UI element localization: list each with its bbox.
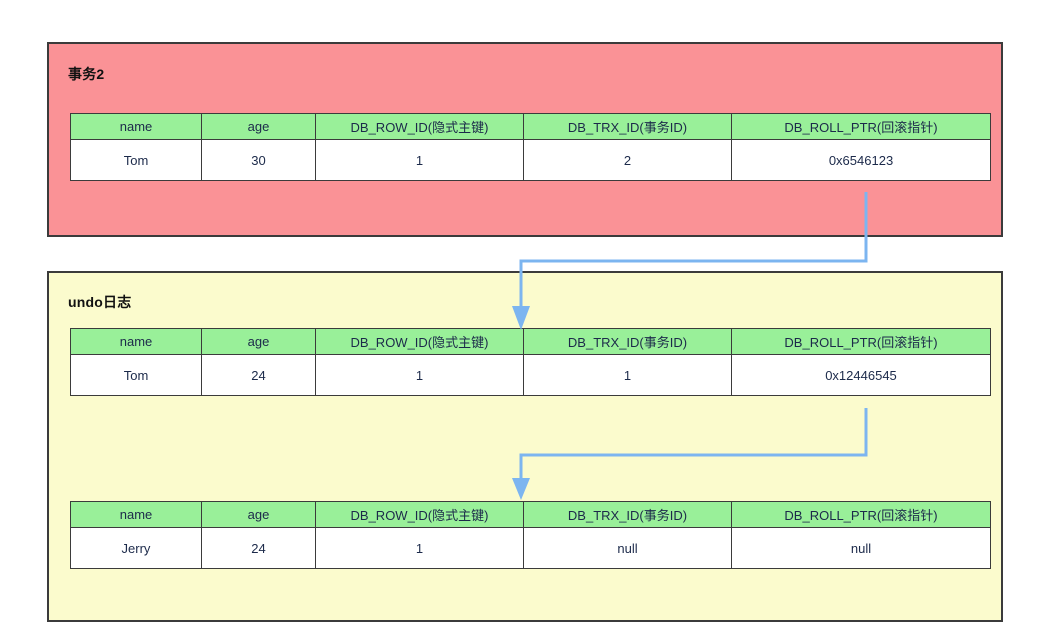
cell-db-row-id: 1 <box>315 354 524 396</box>
table-row: Tom 30 1 2 0x6546123 <box>70 139 991 181</box>
cell-name: Jerry <box>70 527 202 569</box>
column-header-age: age <box>201 501 316 528</box>
column-header-db-row-id: DB_ROW_ID(隐式主键) <box>315 113 524 140</box>
cell-db-row-id: 1 <box>315 139 524 181</box>
table-row: Jerry 24 1 null null <box>70 527 991 569</box>
cell-age: 24 <box>201 354 316 396</box>
cell-name: Tom <box>70 354 202 396</box>
cell-db-roll-ptr: 0x12446545 <box>731 354 991 396</box>
cell-db-trx-id: 1 <box>523 354 732 396</box>
diagram-canvas: 事务2 name age DB_ROW_ID(隐式主键) DB_TRX_ID(事… <box>0 0 1050 622</box>
table-header-row: name age DB_ROW_ID(隐式主键) DB_TRX_ID(事务ID)… <box>70 113 991 140</box>
table-header-row: name age DB_ROW_ID(隐式主键) DB_TRX_ID(事务ID)… <box>70 501 991 528</box>
undo-log-box <box>47 271 1003 622</box>
table-row: Tom 24 1 1 0x12446545 <box>70 354 991 396</box>
column-header-age: age <box>201 113 316 140</box>
column-header-db-trx-id: DB_TRX_ID(事务ID) <box>523 501 732 528</box>
undo-record-table-second: name age DB_ROW_ID(隐式主键) DB_TRX_ID(事务ID)… <box>70 501 991 569</box>
column-header-db-roll-ptr: DB_ROLL_PTR(回滚指针) <box>731 501 991 528</box>
cell-db-row-id: 1 <box>315 527 524 569</box>
undo-record-table-first: name age DB_ROW_ID(隐式主键) DB_TRX_ID(事务ID)… <box>70 328 991 396</box>
table-header-row: name age DB_ROW_ID(隐式主键) DB_TRX_ID(事务ID)… <box>70 328 991 355</box>
column-header-db-trx-id: DB_TRX_ID(事务ID) <box>523 328 732 355</box>
cell-name: Tom <box>70 139 202 181</box>
cell-db-roll-ptr: 0x6546123 <box>731 139 991 181</box>
column-header-db-trx-id: DB_TRX_ID(事务ID) <box>523 113 732 140</box>
column-header-age: age <box>201 328 316 355</box>
cell-db-trx-id: 2 <box>523 139 732 181</box>
column-header-name: name <box>70 113 202 140</box>
cell-age: 30 <box>201 139 316 181</box>
column-header-db-row-id: DB_ROW_ID(隐式主键) <box>315 501 524 528</box>
column-header-db-row-id: DB_ROW_ID(隐式主键) <box>315 328 524 355</box>
current-record-table: name age DB_ROW_ID(隐式主键) DB_TRX_ID(事务ID)… <box>70 113 991 181</box>
cell-db-roll-ptr: null <box>731 527 991 569</box>
cell-db-trx-id: null <box>523 527 732 569</box>
transaction-box-title: 事务2 <box>68 66 105 82</box>
column-header-name: name <box>70 501 202 528</box>
cell-age: 24 <box>201 527 316 569</box>
column-header-db-roll-ptr: DB_ROLL_PTR(回滚指针) <box>731 328 991 355</box>
undo-log-box-title: undo日志 <box>68 294 132 310</box>
column-header-name: name <box>70 328 202 355</box>
column-header-db-roll-ptr: DB_ROLL_PTR(回滚指针) <box>731 113 991 140</box>
